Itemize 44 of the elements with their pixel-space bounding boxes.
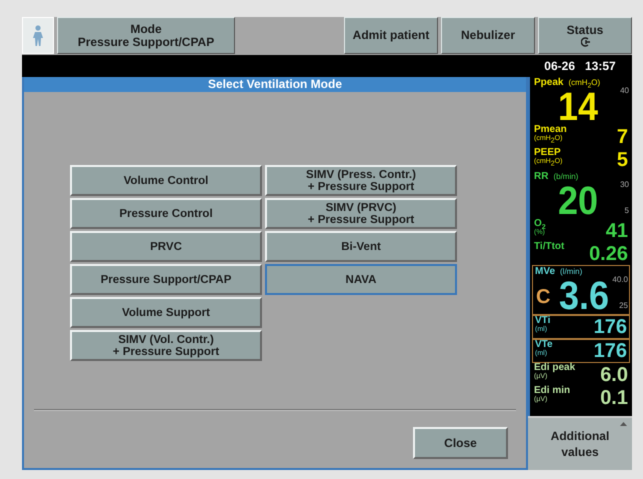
upper-limit: 40 xyxy=(620,86,629,95)
mode-button[interactable]: SIMV (Press. Contr.) + Pressure Support xyxy=(265,165,457,196)
mode-indicator: C xyxy=(536,286,550,309)
parameter-value: 20 xyxy=(558,182,598,220)
mode-button[interactable]: Volume Support xyxy=(70,297,262,328)
mode-button[interactable]: PRVC xyxy=(70,231,262,262)
parameter-label: Ti/Ttot xyxy=(534,242,564,254)
parameter-value: 5 xyxy=(616,150,628,170)
parameter-value: 0.1 xyxy=(600,388,628,408)
person-icon xyxy=(32,24,44,46)
mode-button[interactable]: Volume Control xyxy=(70,165,262,196)
plug-icon xyxy=(580,37,590,47)
date-label: 06-26 xyxy=(544,59,575,73)
time-label: 13:57 xyxy=(585,59,616,73)
upper-limit: 40.0 xyxy=(612,275,628,284)
patient-button[interactable] xyxy=(22,17,54,54)
close-button[interactable]: Close xyxy=(413,427,508,459)
mode-button[interactable]: NAVA xyxy=(265,264,457,295)
toolbar-button[interactable]: Admit patient xyxy=(344,17,438,54)
mode-button[interactable]: Pressure Control xyxy=(70,198,262,229)
lower-limit: 25 xyxy=(619,301,628,310)
mode-button[interactable]: SIMV (PRVC) + Pressure Support xyxy=(265,198,457,229)
mode-button[interactable]: Bi-Vent xyxy=(265,231,457,262)
toolbar-button[interactable]: Nebulizer xyxy=(441,17,535,54)
parameter-value: 7 xyxy=(616,126,628,146)
dialog-title: Select Ventilation Mode xyxy=(24,77,526,92)
parameter-value: 176 xyxy=(594,341,627,361)
lower-limit: 5 xyxy=(624,206,629,215)
additional-values-button[interactable]: Additional values xyxy=(528,416,632,470)
parameter-label: Ppeak (cmH$_{2}$O) xyxy=(534,77,600,90)
mode-button[interactable]: Pressure Support/CPAP xyxy=(70,264,262,295)
parameter-label: MVe (l/min) xyxy=(535,266,582,277)
parameter-value: 176 xyxy=(594,317,627,337)
parameter-value: 0.26 xyxy=(589,244,628,264)
parameter-value: 41 xyxy=(606,220,628,240)
up-triangle-icon xyxy=(620,422,627,426)
status-button[interactable]: Status xyxy=(538,17,632,54)
mode-button[interactable]: SIMV (Vol. Contr.) + Pressure Support xyxy=(70,330,262,361)
parameter-value: 14 xyxy=(558,88,598,126)
mode-button[interactable]: Mode Pressure Support/CPAP xyxy=(57,17,235,54)
parameter-label: RR (b/min) xyxy=(534,171,578,182)
parameter-value: 6.0 xyxy=(600,364,628,384)
upper-limit: 30 xyxy=(620,180,629,189)
parameter-value: 3.6 xyxy=(559,277,610,315)
